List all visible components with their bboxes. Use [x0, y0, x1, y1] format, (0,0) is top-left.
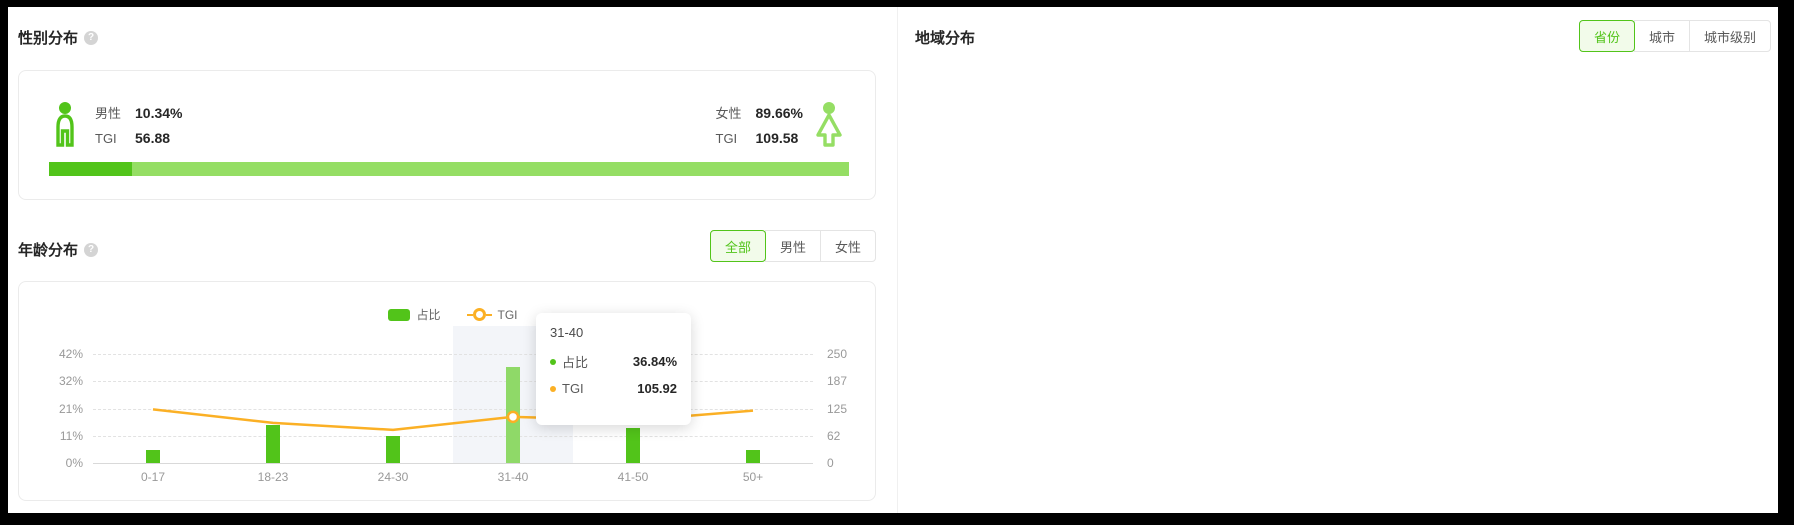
y-axis-label-left: 11%	[19, 429, 83, 443]
region-tab-2[interactable]: 城市级别	[1689, 20, 1771, 52]
male-tgi-value: 56.88	[135, 130, 182, 146]
legend-item-tgi[interactable]: TGI	[467, 308, 518, 322]
region-tab-0[interactable]: 省份	[1579, 20, 1635, 52]
y-axis-label-right: 125	[827, 402, 875, 416]
bar-legend-swatch	[388, 309, 410, 321]
legend-item-ratio[interactable]: 占比	[388, 306, 440, 323]
age-tab-2[interactable]: 女性	[820, 230, 876, 262]
gridline	[93, 381, 813, 382]
panel-demographics: 性别分布 ? 男性 10.34% TGI 56.88 女性 89.66% TGI…	[8, 7, 897, 513]
age-chart[interactable]: 占比 TGI 42% 250 32% 187 21% 125 11% 62 0% 0 0-17 18-…	[19, 282, 875, 500]
region-tab-1[interactable]: 城市	[1634, 20, 1690, 52]
tooltip-row-tgi: TGI 105.92	[550, 381, 677, 396]
age-bar[interactable]	[266, 425, 280, 463]
age-gender-tabs: 全部男性女性	[710, 230, 876, 262]
region-level-tabs: 省份城市城市级别	[1579, 20, 1771, 52]
help-icon[interactable]: ?	[84, 243, 98, 257]
orange-dot-icon	[550, 386, 556, 392]
x-axis-label: 0-17	[113, 470, 193, 484]
y-axis-label-right: 0	[827, 456, 875, 470]
help-icon[interactable]: ?	[84, 31, 98, 45]
female-percent: 89.66%	[756, 105, 803, 121]
age-chart-card: 占比 TGI 42% 250 32% 187 21% 125 11% 62 0% 0 0-17 18-…	[18, 281, 876, 501]
chart-legend[interactable]: 占比 TGI	[93, 306, 813, 323]
male-label: 男性	[95, 103, 121, 122]
y-axis-label-left: 32%	[19, 374, 83, 388]
region-title-text: 地域分布	[915, 27, 975, 48]
y-axis-label-right: 187	[827, 374, 875, 388]
tooltip-row-ratio: 占比 36.84%	[550, 352, 677, 371]
x-axis-label: 50+	[713, 470, 793, 484]
legend-ratio-label: 占比	[416, 306, 440, 323]
gender-title-text: 性别分布	[18, 27, 78, 48]
age-bar[interactable]	[506, 367, 520, 463]
age-bar[interactable]	[746, 450, 760, 463]
tooltip-title: 31-40	[550, 325, 677, 340]
female-icon	[813, 101, 845, 147]
x-axis-label: 31-40	[473, 470, 553, 484]
green-dot-icon	[550, 359, 556, 365]
age-tab-0[interactable]: 全部	[710, 230, 766, 262]
age-tab-1[interactable]: 男性	[765, 230, 821, 262]
gender-card: 男性 10.34% TGI 56.88 女性 89.66% TGI 109.58	[18, 70, 876, 200]
age-title-text: 年龄分布	[18, 239, 78, 260]
y-axis-label-left: 42%	[19, 347, 83, 361]
gridline	[93, 354, 813, 355]
x-axis-label: 41-50	[593, 470, 673, 484]
chart-tooltip: 31-40 占比 36.84% TGI 105.92	[536, 313, 691, 425]
gender-ratio-bar	[49, 162, 849, 176]
gridline	[93, 463, 813, 464]
age-section-title: 年龄分布 ?	[18, 239, 98, 260]
legend-tgi-label: TGI	[498, 308, 518, 322]
dashboard: 性别分布 ? 男性 10.34% TGI 56.88 女性 89.66% TGI…	[8, 7, 1778, 513]
female-stats: 女性 89.66% TGI 109.58	[716, 103, 804, 146]
gridline	[93, 436, 813, 437]
y-axis-label-right: 62	[827, 429, 875, 443]
female-tgi-label: TGI	[716, 131, 742, 146]
male-icon	[49, 101, 81, 147]
y-axis-label-right: 250	[827, 347, 875, 361]
male-stats: 男性 10.34% TGI 56.88	[95, 103, 183, 146]
x-axis-label: 18-23	[233, 470, 313, 484]
female-bar-segment	[132, 162, 849, 176]
y-axis-label-left: 0%	[19, 456, 83, 470]
female-label: 女性	[716, 103, 742, 122]
region-section-title: 地域分布	[915, 27, 975, 48]
y-axis-label-left: 21%	[19, 402, 83, 416]
x-axis-label: 24-30	[353, 470, 433, 484]
gridline	[93, 409, 813, 410]
male-bar-segment	[49, 162, 132, 176]
gender-section-title: 性别分布 ?	[18, 27, 98, 48]
line-legend-marker	[467, 308, 492, 321]
panel-region: 地域分布 省份城市城市级别	[897, 7, 1779, 513]
male-tgi-label: TGI	[95, 131, 121, 146]
female-tgi-value: 109.58	[756, 130, 803, 146]
age-bar[interactable]	[626, 428, 640, 463]
age-bar[interactable]	[386, 436, 400, 463]
age-bar[interactable]	[146, 450, 160, 463]
male-percent: 10.34%	[135, 105, 182, 121]
